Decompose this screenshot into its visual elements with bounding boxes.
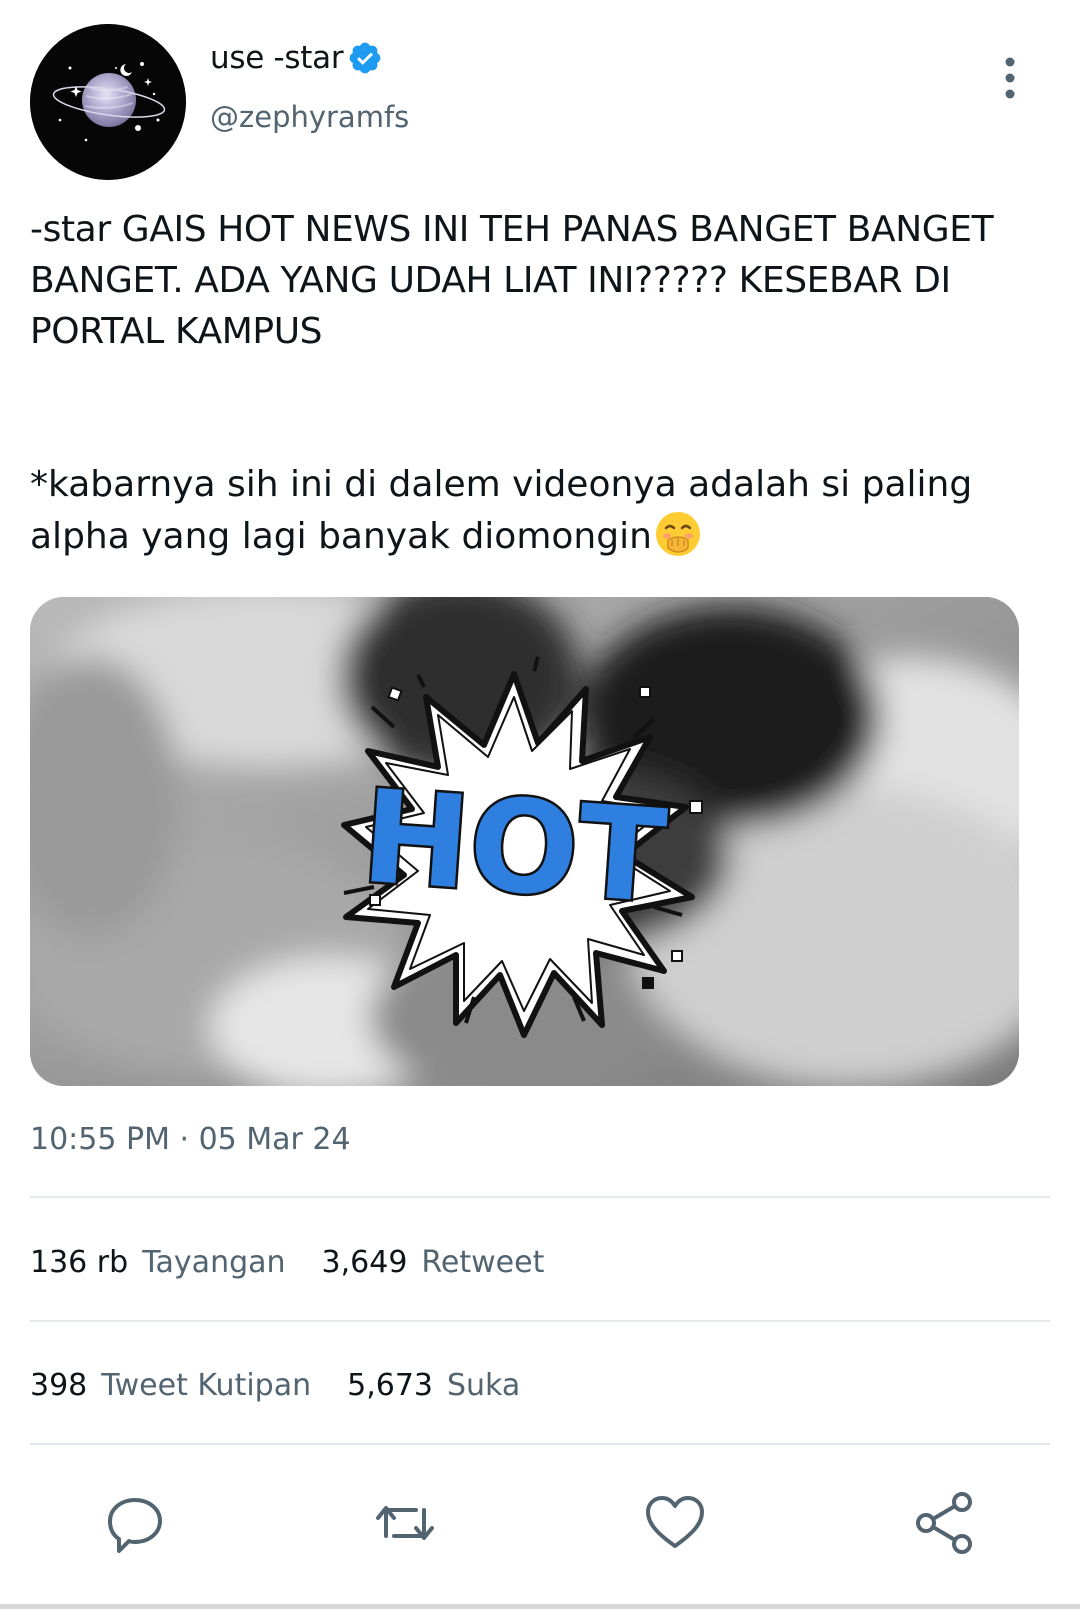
likes-count: 5,673	[347, 1368, 433, 1403]
divider	[30, 1196, 1050, 1198]
retweet-button[interactable]	[372, 1490, 438, 1556]
more-options-button[interactable]	[998, 56, 1022, 100]
blurred-photo-with-hot-sticker: HOT	[30, 597, 1019, 1086]
quotes-label: Tweet Kutipan	[101, 1368, 312, 1403]
more-vertical-icon	[1005, 57, 1015, 99]
display-name[interactable]: use -star	[210, 40, 344, 76]
bottom-divider	[0, 1604, 1080, 1609]
views-label: Tayangan	[142, 1245, 286, 1280]
likes-label: Suka	[447, 1368, 521, 1403]
share-button[interactable]	[912, 1490, 978, 1556]
tweet-timestamp[interactable]: 10:55 PM · 05 Mar 24	[30, 1122, 351, 1157]
tweet-header: use -star @zephyramfs	[30, 24, 1040, 184]
tweet-text-paragraph-1: -star GAIS HOT NEWS INI TEH PANAS BANGET…	[30, 209, 994, 352]
tweet-actions-bar	[0, 1480, 1080, 1560]
tweet-text-paragraph-2-text: *kabarnya sih ini di dalem videonya adal…	[30, 464, 973, 557]
user-handle[interactable]: @zephyramfs	[210, 100, 409, 134]
retweets-count: 3,649	[321, 1245, 408, 1280]
retweets-label: Retweet	[421, 1245, 545, 1280]
reply-icon	[108, 1498, 162, 1553]
face-with-hand-over-mouth-emoji	[655, 512, 700, 556]
name-row: use -star	[210, 40, 383, 76]
retweets-stat[interactable]: 3,649 Retweet	[322, 1245, 545, 1280]
views-stat[interactable]: 136 rb Tayangan	[30, 1245, 286, 1280]
divider	[30, 1443, 1050, 1445]
tweet-text-paragraph-2: *kabarnya sih ini di dalem videonya adal…	[30, 459, 1030, 562]
retweet-icon	[376, 1506, 434, 1540]
planet-avatar-image	[30, 24, 186, 180]
verified-badge-icon	[349, 42, 381, 74]
heart-icon	[646, 1496, 704, 1548]
like-button[interactable]	[642, 1490, 708, 1556]
divider	[30, 1320, 1050, 1322]
reply-button[interactable]	[102, 1490, 168, 1556]
tweet-text: -star GAIS HOT NEWS INI TEH PANAS BANGET…	[30, 204, 1030, 562]
stats-row-2: 398 Tweet Kutipan 5,673 Suka	[30, 1368, 556, 1403]
tweet-media-image[interactable]: HOT	[30, 597, 1019, 1086]
avatar[interactable]	[30, 24, 186, 180]
likes-stat[interactable]: 5,673 Suka	[347, 1368, 520, 1403]
share-icon	[916, 1492, 972, 1554]
hot-sticker-text: HOT	[358, 763, 671, 933]
quotes-stat[interactable]: 398 Tweet Kutipan	[30, 1368, 311, 1403]
quotes-count: 398	[30, 1368, 88, 1403]
stats-row-1: 136 rb Tayangan 3,649 Retweet	[30, 1245, 580, 1280]
views-count: 136 rb	[30, 1245, 129, 1280]
